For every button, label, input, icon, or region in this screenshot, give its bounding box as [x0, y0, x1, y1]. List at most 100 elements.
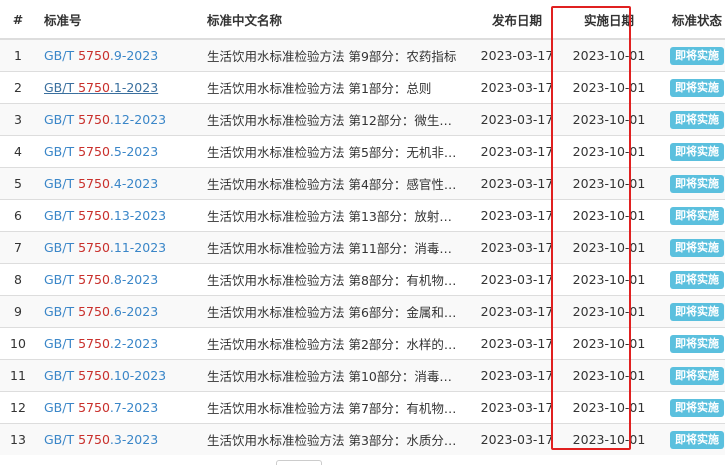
standard-name: 生活饮用水标准检验方法 第13部分：放射…	[199, 199, 469, 232]
code-prefix: GB/T	[44, 432, 79, 447]
table-row: 6 GB/T 5750.13-2023 生活饮用水标准检验方法 第13部分：放射… 2…	[0, 199, 725, 232]
code-prefix: GB/T	[44, 400, 79, 415]
code-suffix: .8-2023	[109, 272, 159, 287]
code-highlight: 5750	[78, 368, 110, 383]
table-body: 1 GB/T 5750.9-2023 生活饮用水标准检验方法 第9部分：农药指标 20…	[0, 38, 725, 455]
row-number: 8	[0, 263, 36, 296]
status-cell: 即将实施	[653, 423, 725, 455]
code-suffix: .10-2023	[109, 368, 167, 383]
standard-code-cell: GB/T 5750.10-2023	[36, 359, 199, 392]
status-cell: 即将实施	[653, 391, 725, 424]
publish-date: 2023-03-17	[469, 71, 565, 104]
status-cell: 即将实施	[653, 103, 725, 136]
row-number: 5	[0, 167, 36, 200]
status-cell: 即将实施	[653, 135, 725, 168]
standard-code-cell: GB/T 5750.9-2023	[36, 38, 199, 72]
code-highlight: 5750	[78, 48, 110, 63]
table-row: 13 GB/T 5750.3-2023 生活饮用水标准检验方法 第3部分：水质分… 2…	[0, 423, 725, 455]
implement-date: 2023-10-01	[565, 391, 653, 424]
standard-code-link[interactable]: GB/T 5750.1-2023	[44, 80, 158, 95]
row-number: 4	[0, 135, 36, 168]
table-row: 12 GB/T 5750.7-2023 生活饮用水标准检验方法 第7部分：有机物… 2…	[0, 391, 725, 424]
standard-code-cell: GB/T 5750.12-2023	[36, 103, 199, 136]
standard-code-cell: GB/T 5750.4-2023	[36, 167, 199, 200]
table-row: 9 GB/T 5750.6-2023 生活饮用水标准检验方法 第6部分：金属和… 20…	[0, 295, 725, 328]
publish-date: 2023-03-17	[469, 199, 565, 232]
standard-name: 生活饮用水标准检验方法 第5部分：无机非…	[199, 135, 469, 168]
standard-code-link[interactable]: GB/T 5750.4-2023	[44, 176, 158, 191]
code-prefix: GB/T	[44, 80, 79, 95]
publish-date: 2023-03-17	[469, 295, 565, 328]
status-cell: 即将实施	[653, 295, 725, 328]
table-header-row: # 标准号 标准中文名称 发布日期 实施日期 标准状态	[0, 0, 725, 40]
row-number: 3	[0, 103, 36, 136]
code-prefix: GB/T	[44, 272, 79, 287]
standard-code-cell: GB/T 5750.8-2023	[36, 263, 199, 296]
status-badge: 即将实施	[670, 110, 724, 129]
standard-code-link[interactable]: GB/T 5750.8-2023	[44, 272, 158, 287]
status-badge: 即将实施	[670, 46, 724, 65]
standard-code-link[interactable]: GB/T 5750.5-2023	[44, 144, 158, 159]
row-number: 6	[0, 199, 36, 232]
standard-name: 生活饮用水标准检验方法 第11部分：消毒…	[199, 231, 469, 264]
standard-code-link[interactable]: GB/T 5750.13-2023	[44, 208, 166, 223]
row-number: 11	[0, 359, 36, 392]
status-cell: 即将实施	[653, 263, 725, 296]
code-suffix: .7-2023	[109, 400, 159, 415]
code-prefix: GB/T	[44, 240, 79, 255]
code-suffix: .2-2023	[109, 336, 159, 351]
publish-date: 2023-03-17	[469, 38, 565, 72]
code-suffix: .1-2023	[109, 80, 159, 95]
status-badge: 即将实施	[670, 142, 724, 161]
status-cell: 即将实施	[653, 327, 725, 360]
status-cell: 即将实施	[653, 231, 725, 264]
standard-code-cell: GB/T 5750.5-2023	[36, 135, 199, 168]
code-suffix: .12-2023	[109, 112, 167, 127]
header-standard-code: 标准号	[36, 0, 199, 40]
code-suffix: .5-2023	[109, 144, 159, 159]
standard-code-link[interactable]: GB/T 5750.3-2023	[44, 432, 158, 447]
standard-code-cell: GB/T 5750.11-2023	[36, 231, 199, 264]
publish-date: 2023-03-17	[469, 135, 565, 168]
publish-date: 2023-03-17	[469, 167, 565, 200]
row-number: 1	[0, 38, 36, 72]
standard-code-link[interactable]: GB/T 5750.9-2023	[44, 48, 158, 63]
standard-code-link[interactable]: GB/T 5750.7-2023	[44, 400, 158, 415]
table-row: 10 GB/T 5750.2-2023 生活饮用水标准检验方法 第2部分：水样的… 2…	[0, 327, 725, 360]
row-number: 12	[0, 391, 36, 424]
status-badge: 即将实施	[670, 302, 724, 321]
status-badge: 即将实施	[670, 174, 724, 193]
standard-code-link[interactable]: GB/T 5750.12-2023	[44, 112, 166, 127]
standard-name: 生活饮用水标准检验方法 第7部分：有机物…	[199, 391, 469, 424]
row-number: 10	[0, 327, 36, 360]
standard-name: 生活饮用水标准检验方法 第2部分：水样的…	[199, 327, 469, 360]
implement-date: 2023-10-01	[565, 167, 653, 200]
standard-name: 生活饮用水标准检验方法 第4部分：感官性…	[199, 167, 469, 200]
code-prefix: GB/T	[44, 48, 79, 63]
publish-date: 2023-03-17	[469, 231, 565, 264]
implement-date: 2023-10-01	[565, 135, 653, 168]
code-prefix: GB/T	[44, 368, 79, 383]
code-highlight: 5750	[78, 208, 110, 223]
row-number: 7	[0, 231, 36, 264]
implement-date: 2023-10-01	[565, 263, 653, 296]
standard-code-link[interactable]: GB/T 5750.10-2023	[44, 368, 166, 383]
standards-list-page: # 标准号 标准中文名称 发布日期 实施日期 标准状态 1 GB/T 5750.9…	[0, 0, 725, 465]
publish-date: 2023-03-17	[469, 103, 565, 136]
standard-code-link[interactable]: GB/T 5750.6-2023	[44, 304, 158, 319]
code-prefix: GB/T	[44, 304, 79, 319]
status-badge: 即将实施	[670, 238, 724, 257]
standard-code-cell: GB/T 5750.2-2023	[36, 327, 199, 360]
table-row: 4 GB/T 5750.5-2023 生活饮用水标准检验方法 第5部分：无机非… 20…	[0, 135, 725, 168]
status-cell: 即将实施	[653, 359, 725, 392]
table-row: 5 GB/T 5750.4-2023 生活饮用水标准检验方法 第4部分：感官性… 20…	[0, 167, 725, 200]
table-row: 2 GB/T 5750.1-2023 生活饮用水标准检验方法 第1部分：总则 2023…	[0, 71, 725, 104]
standard-code-cell: GB/T 5750.1-2023	[36, 71, 199, 104]
standard-code-link[interactable]: GB/T 5750.11-2023	[44, 240, 166, 255]
table-row: 3 GB/T 5750.12-2023 生活饮用水标准检验方法 第12部分：微生… 2…	[0, 103, 725, 136]
table-row: 7 GB/T 5750.11-2023 生活饮用水标准检验方法 第11部分：消毒… 2…	[0, 231, 725, 264]
header-implement-date: 实施日期	[565, 0, 653, 40]
implement-date: 2023-10-01	[565, 231, 653, 264]
standard-code-link[interactable]: GB/T 5750.2-2023	[44, 336, 158, 351]
code-suffix: .3-2023	[109, 432, 159, 447]
